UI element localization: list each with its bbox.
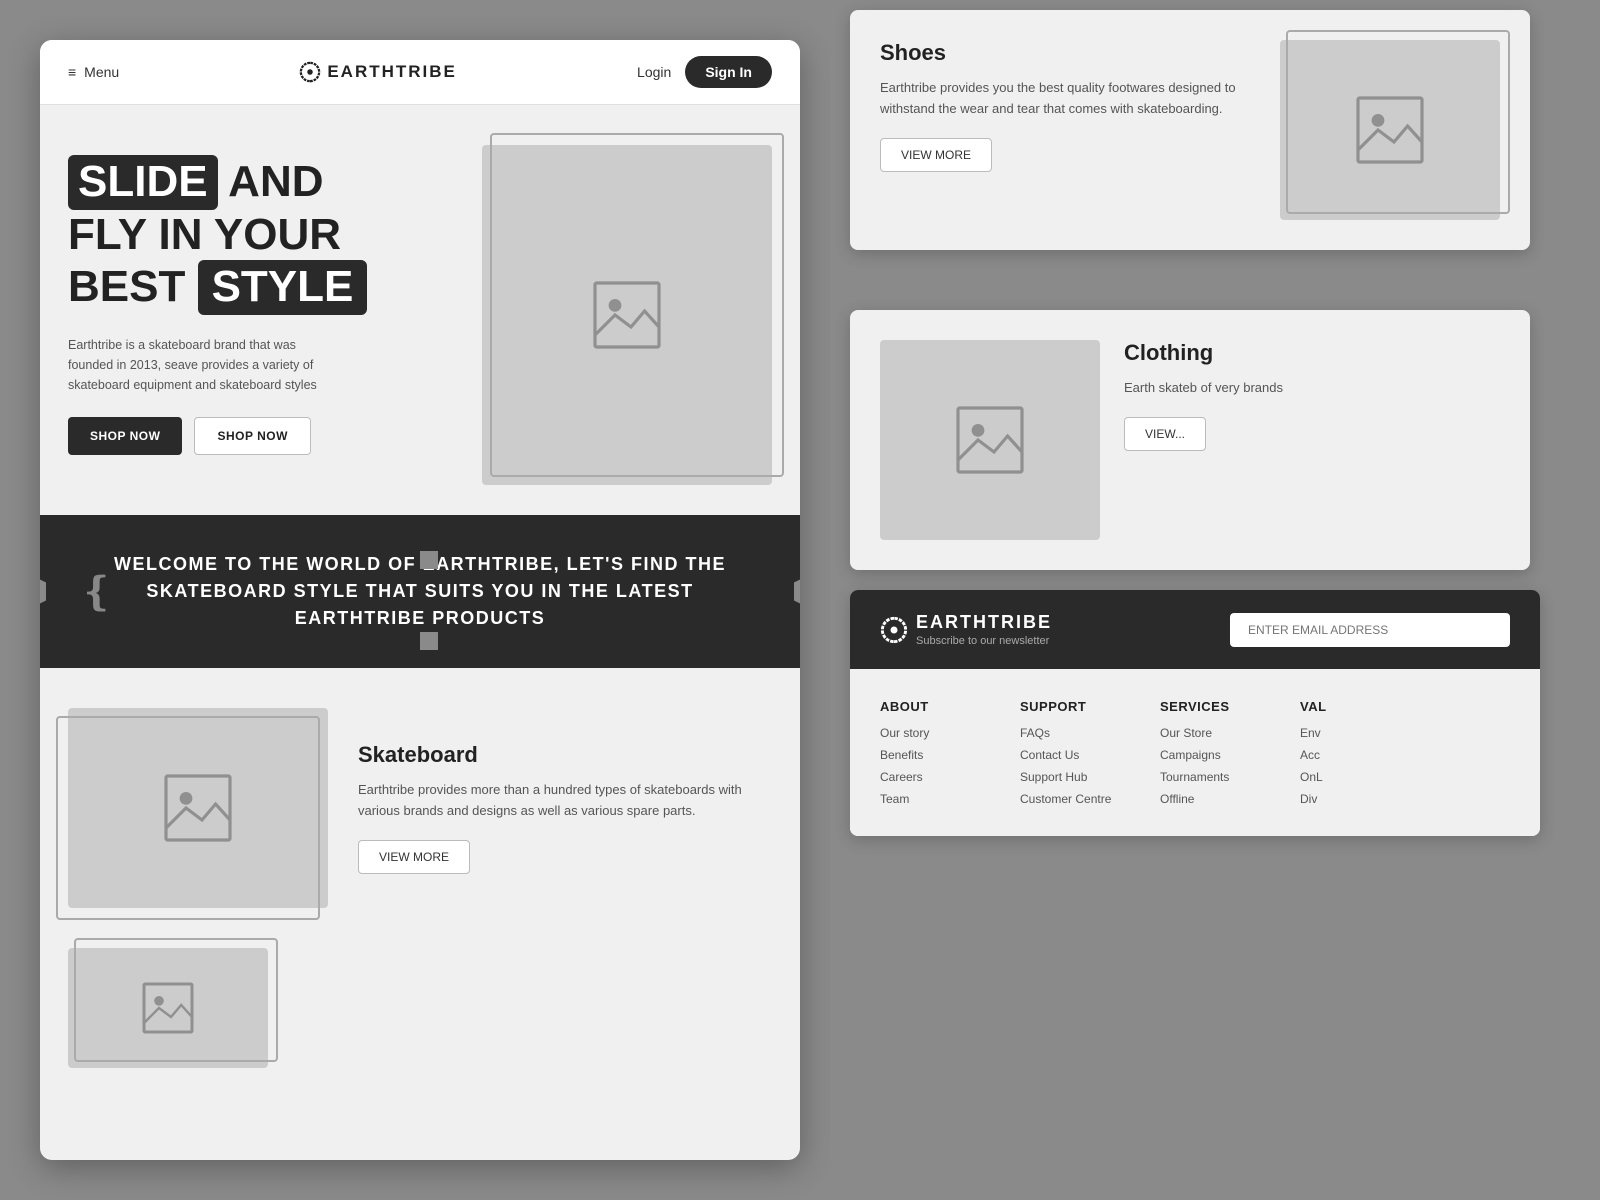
footer-support-contact[interactable]: Contact Us (1020, 748, 1120, 762)
menu-icon: ≡ (68, 64, 76, 80)
shoes-view-more[interactable]: VIEW MORE (880, 138, 992, 172)
footer-col-support: SUPPORT FAQs Contact Us Support Hub Cust… (1020, 699, 1120, 806)
footer-val-title: VAL (1300, 699, 1400, 714)
clothing-description: Earth skateb of very brands (1124, 378, 1500, 399)
skateboard-view-more[interactable]: VIEW MORE (358, 840, 470, 874)
bottom-preview-icon (138, 978, 198, 1038)
shoes-title: Shoes (880, 40, 1256, 66)
torn-right-decoration (794, 577, 800, 607)
menu-button[interactable]: ≡ Menu (68, 64, 119, 80)
skateboard-image-icon (158, 768, 238, 848)
shop-now-primary[interactable]: SHOP NOW (68, 417, 182, 455)
header-actions: Login Sign In (637, 56, 772, 88)
hero-text: SLIDE AND FLY IN YOUR BEST STYLE Earthtr… (68, 145, 462, 485)
footer-services-offline[interactable]: Offline (1160, 792, 1260, 806)
skateboard-title: Skateboard (358, 742, 772, 768)
footer-section: EARTHTRIBE Subscribe to our newsletter A… (850, 590, 1540, 836)
skateboard-info: Skateboard Earthtribe provides more than… (358, 742, 772, 874)
footer-val-acc[interactable]: Acc (1300, 748, 1400, 762)
welcome-bracket: ❴ (80, 572, 114, 612)
footer-about-team[interactable]: Team (880, 792, 980, 806)
footer-about-ourstory[interactable]: Our story (880, 726, 980, 740)
newsletter-logo: EARTHTRIBE Subscribe to our newsletter (880, 612, 1052, 647)
login-button[interactable]: Login (637, 64, 671, 80)
clothing-content: Clothing Earth skateb of very brands VIE… (1124, 340, 1500, 451)
footer-about-benefits[interactable]: Benefits (880, 748, 980, 762)
footer-val-onl[interactable]: OnL (1300, 770, 1400, 784)
shoes-card: Shoes Earthtribe provides you the best q… (850, 10, 1530, 250)
hero-fly: FLY IN YOUR (68, 210, 341, 259)
clothing-view-more[interactable]: VIEW... (1124, 417, 1206, 451)
logo-icon (299, 61, 321, 83)
newsletter-logo-icon (880, 616, 908, 644)
newsletter-tagline: Subscribe to our newsletter (916, 635, 1052, 647)
shoes-image-icon (1350, 90, 1430, 170)
footer-val-env[interactable]: Env (1300, 726, 1400, 740)
hero-and: AND (228, 157, 323, 206)
footer-support-customer-centre[interactable]: Customer Centre (1020, 792, 1120, 806)
shop-now-secondary[interactable]: SHOP NOW (194, 417, 310, 455)
hero-best: BEST (68, 262, 198, 311)
bottom-preview (40, 948, 800, 1088)
footer-services-tournaments[interactable]: Tournaments (1160, 770, 1260, 784)
footer-val-div[interactable]: Div (1300, 792, 1400, 806)
hero-highlight-style: STYLE (198, 260, 368, 315)
footer-support-hub[interactable]: Support Hub (1020, 770, 1120, 784)
footer-col-val: VAL Env Acc OnL Div (1300, 699, 1400, 806)
footer-col-services: SERVICES Our Store Campaigns Tournaments… (1160, 699, 1260, 806)
hero-section: SLIDE AND FLY IN YOUR BEST STYLE Earthtr… (40, 105, 800, 515)
signin-button[interactable]: Sign In (685, 56, 772, 88)
skateboard-description: Earthtribe provides more than a hundred … (358, 780, 772, 822)
clothing-image-icon (950, 400, 1030, 480)
skateboard-image-placeholder (68, 708, 328, 908)
shoes-description: Earthtribe provides you the best quality… (880, 78, 1256, 120)
hero-title: SLIDE AND FLY IN YOUR BEST STYLE (68, 155, 462, 315)
site-header: ≡ Menu EARTHTRIBE Login Sign In (40, 40, 800, 105)
welcome-banner-text: WELCOME TO THE WORLD OF EARTHTRIBE, LET'… (80, 551, 760, 632)
footer-about-careers[interactable]: Careers (880, 770, 980, 784)
hero-description: Earthtribe is a skateboard brand that wa… (68, 335, 328, 395)
hero-buttons: SHOP NOW SHOP NOW (68, 417, 462, 455)
footer-support-title: SUPPORT (1020, 699, 1120, 714)
footer-services-title: SERVICES (1160, 699, 1260, 714)
shoes-content: Shoes Earthtribe provides you the best q… (880, 40, 1256, 172)
newsletter-brand-name: EARTHTRIBE (916, 612, 1052, 633)
image-icon (587, 275, 667, 355)
site-logo: EARTHTRIBE (299, 61, 457, 83)
welcome-banner: ❴ WELCOME TO THE WORLD OF EARTHTRIBE, LE… (40, 515, 800, 668)
hero-highlight-slide: SLIDE (68, 155, 218, 210)
left-panel: ≡ Menu EARTHTRIBE Login Sign In SLIDE AN… (40, 40, 800, 1160)
newsletter-bar: EARTHTRIBE Subscribe to our newsletter (850, 590, 1540, 669)
footer-col-about: ABOUT Our story Benefits Careers Team (880, 699, 980, 806)
logo-text: EARTHTRIBE (327, 62, 457, 82)
product-section-skateboard: Skateboard Earthtribe provides more than… (40, 668, 800, 948)
footer-services-store[interactable]: Our Store (1160, 726, 1260, 740)
clothing-card: Clothing Earth skateb of very brands VIE… (850, 310, 1530, 570)
footer-services-campaigns[interactable]: Campaigns (1160, 748, 1260, 762)
hero-image-placeholder (482, 145, 772, 485)
footer-links: ABOUT Our story Benefits Careers Team SU… (850, 669, 1540, 836)
footer-support-faqs[interactable]: FAQs (1020, 726, 1120, 740)
clothing-image-placeholder (880, 340, 1100, 540)
menu-label: Menu (84, 64, 119, 80)
shoes-image-placeholder (1280, 40, 1500, 220)
clothing-title: Clothing (1124, 340, 1500, 366)
bottom-preview-image (68, 948, 268, 1068)
torn-left-decoration (40, 577, 46, 607)
footer-about-title: ABOUT (880, 699, 980, 714)
right-panel: Shoes Earthtribe provides you the best q… (830, 0, 1600, 1200)
newsletter-email-input[interactable] (1230, 613, 1510, 647)
